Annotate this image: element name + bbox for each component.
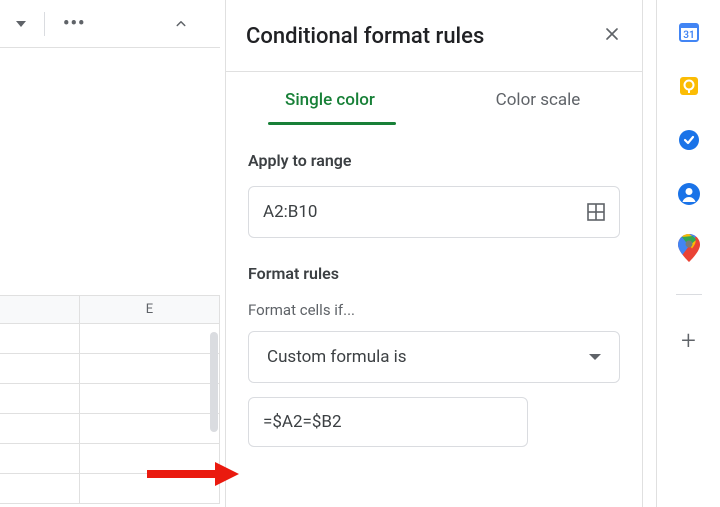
chevron-down-icon [589,354,601,360]
apply-to-range-label: Apply to range [248,151,620,170]
format-cells-if-label: Format cells if... [248,301,620,319]
svg-text:31: 31 [683,30,694,41]
keep-icon[interactable] [677,74,701,98]
contacts-icon[interactable] [677,182,701,206]
table-row[interactable] [0,444,220,474]
table-row[interactable] [0,474,220,504]
tasks-icon[interactable] [677,128,701,152]
range-value: A2:B10 [263,202,317,222]
table-row[interactable] [0,414,220,444]
panel-title: Conditional format rules [246,24,484,49]
vertical-scrollbar[interactable] [210,332,218,432]
add-addon-icon[interactable]: + [677,329,701,353]
table-row[interactable] [0,354,220,384]
more-options-icon[interactable]: ••• [63,13,85,34]
formula-input[interactable]: =$A2=$B2 [248,397,528,447]
close-icon[interactable] [602,24,622,49]
format-tabs: Single color Color scale [226,72,642,122]
side-panel-rail: 31 + [656,0,720,507]
maps-icon[interactable] [677,236,701,260]
column-header-e[interactable]: E [80,296,220,323]
toolbar-fragment: ••• [0,0,220,48]
formula-value: =$A2=$B2 [263,412,342,432]
calendar-icon[interactable]: 31 [677,20,701,44]
table-row[interactable] [0,324,220,354]
format-rules-label: Format rules [248,264,620,283]
tab-single-color[interactable]: Single color [226,90,434,122]
collapse-up-icon[interactable] [172,15,190,33]
range-input[interactable]: A2:B10 [248,186,620,238]
dropdown-caret-icon[interactable] [16,21,26,27]
tab-color-scale[interactable]: Color scale [434,90,642,122]
column-header-row: E [0,296,220,324]
condition-select[interactable]: Custom formula is [248,331,620,383]
rail-separator [676,294,702,295]
table-row[interactable] [0,384,220,414]
condition-select-value: Custom formula is [267,347,407,367]
spreadsheet-grid[interactable]: E [0,295,220,505]
toolbar-separator [44,12,45,36]
select-range-icon[interactable] [587,203,605,221]
conditional-format-panel: Conditional format rules Single color Co… [225,0,643,507]
